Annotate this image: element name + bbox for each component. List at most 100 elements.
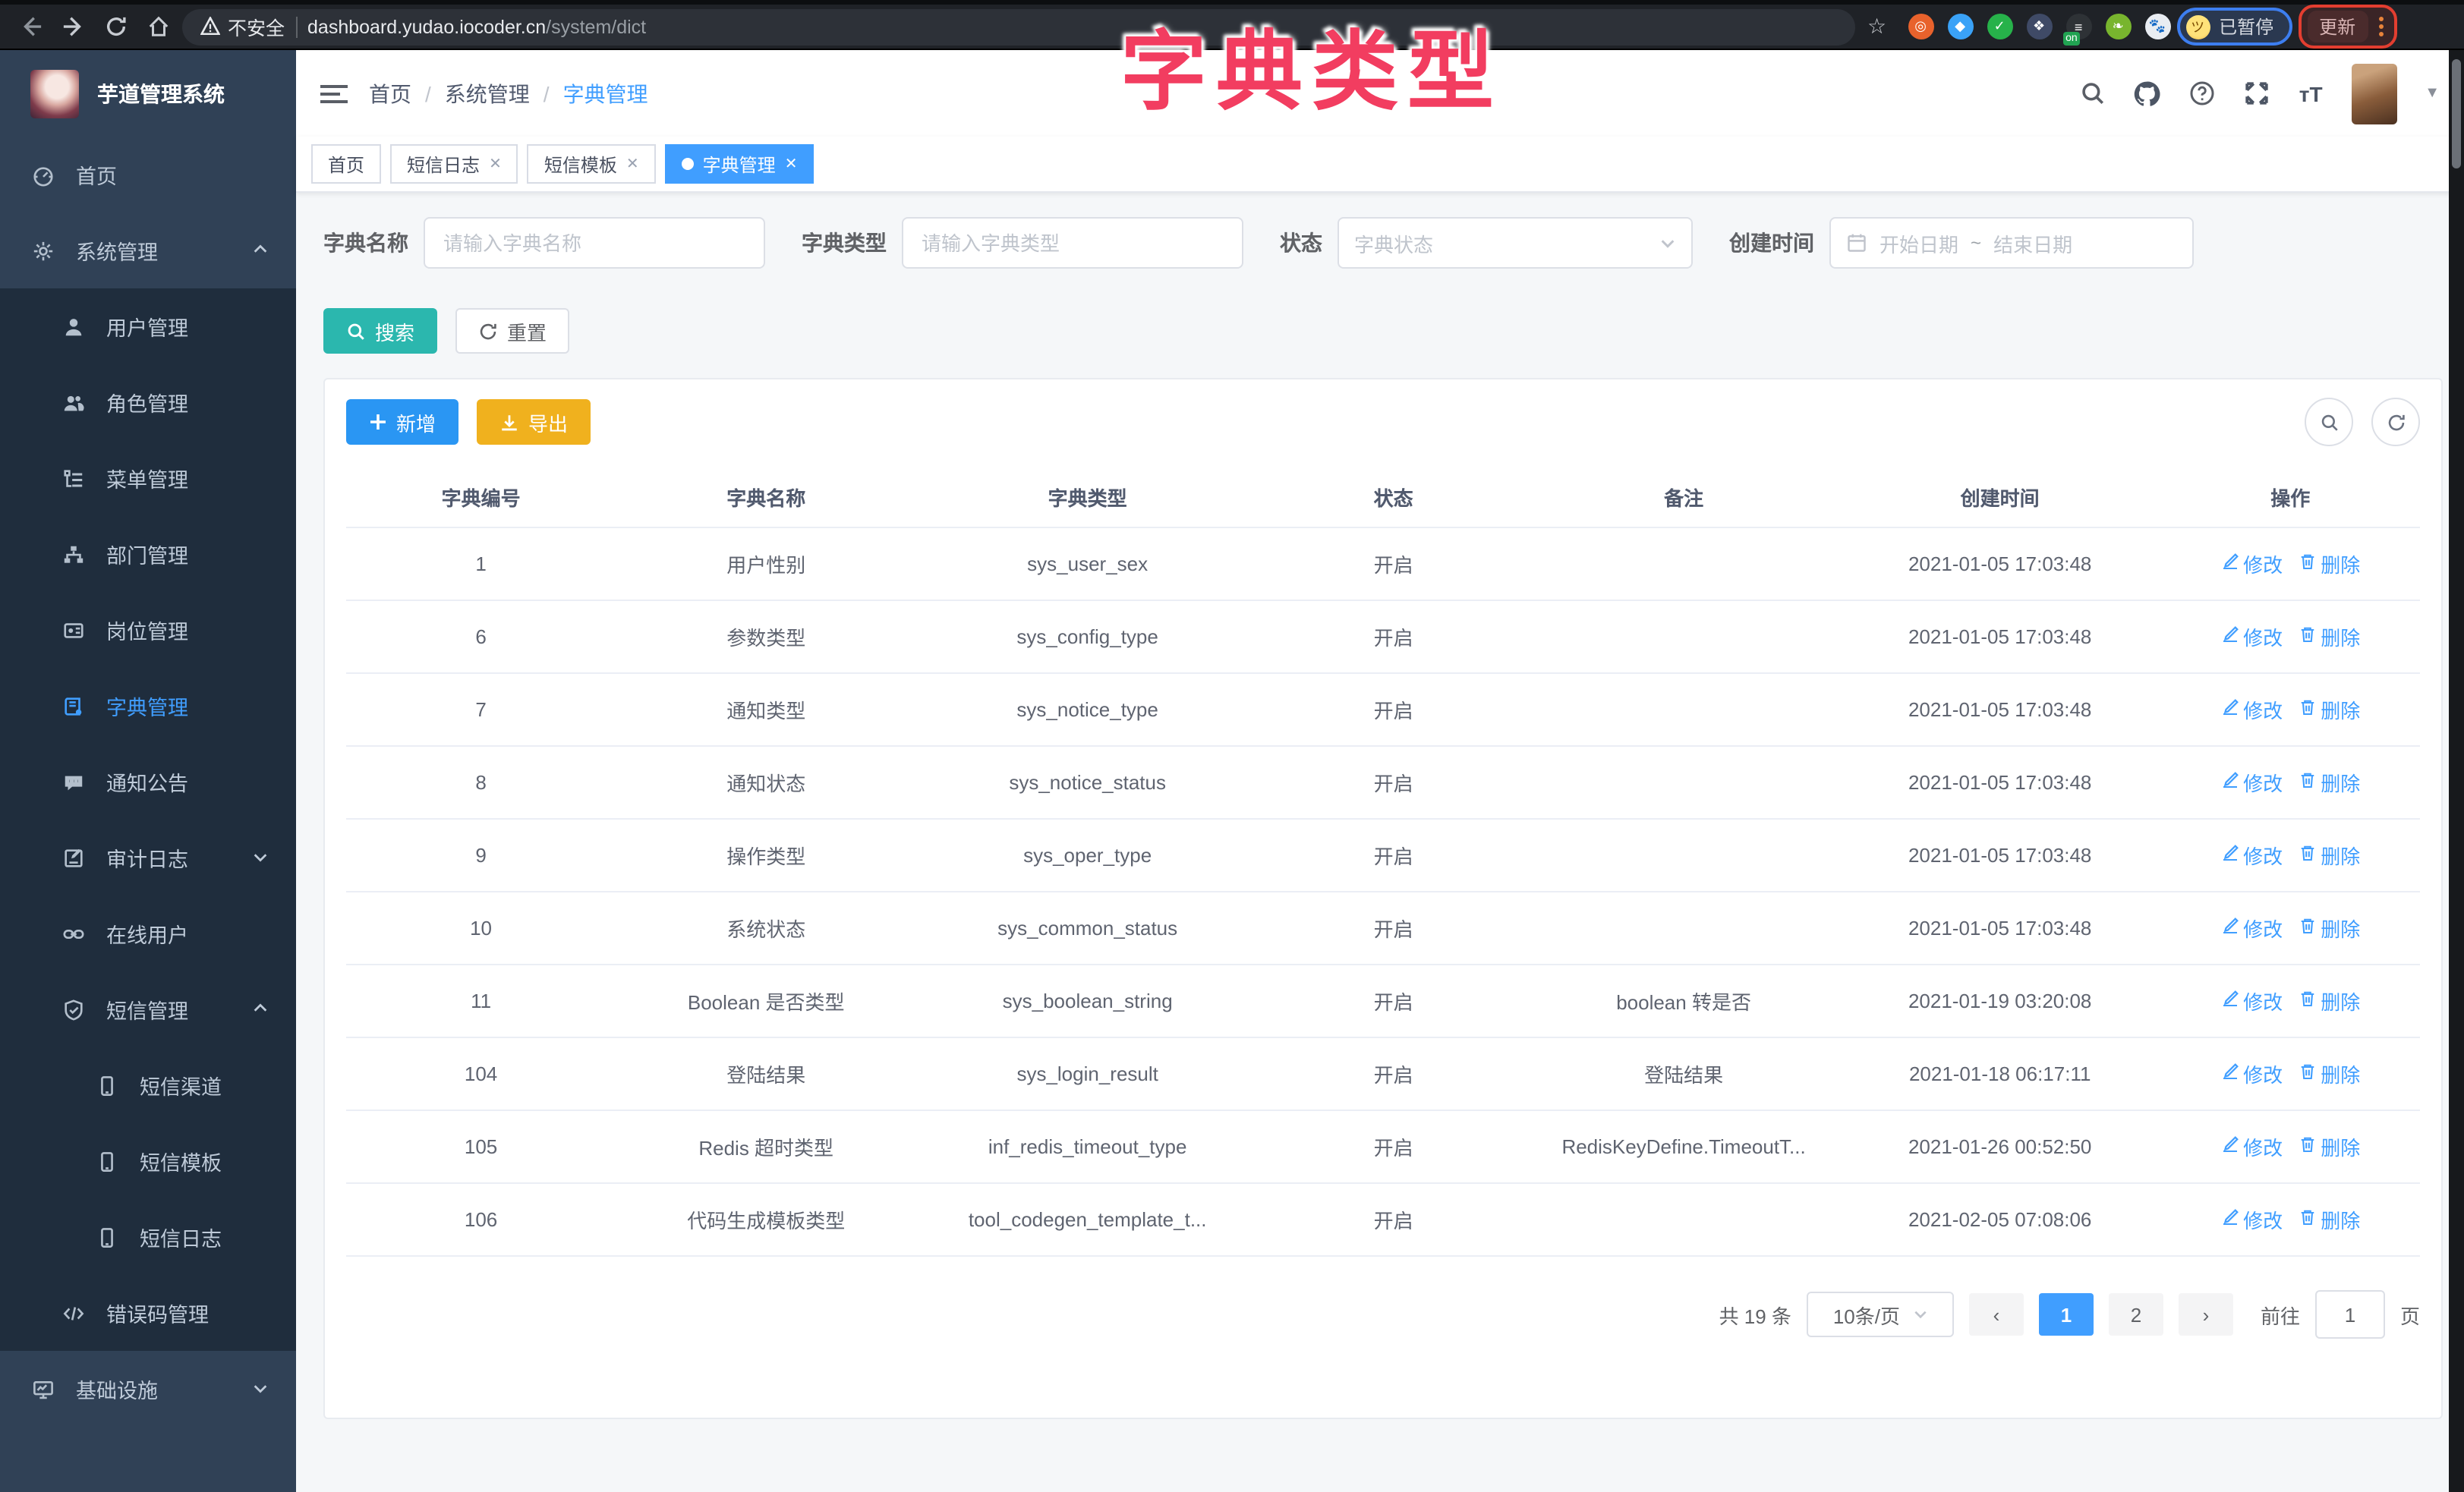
next-page-button[interactable]: ›: [2179, 1293, 2233, 1336]
edit-row-link[interactable]: 修改: [2220, 549, 2283, 578]
date-range-picker[interactable]: 开始日期 ~ 结束日期: [1829, 217, 2194, 269]
sidebar-item-3[interactable]: 角色管理: [0, 364, 296, 440]
browser-reload-icon[interactable]: [97, 8, 134, 45]
orange-extension-icon[interactable]: ◎: [1908, 14, 1933, 39]
address-bar[interactable]: 不安全 dashboard.yudao.iocoder.cn/system/di…: [182, 8, 1855, 45]
sidebar-item-4[interactable]: 菜单管理: [0, 440, 296, 516]
toggle-search-icon[interactable]: [2305, 398, 2353, 446]
page-button-2[interactable]: 2: [2109, 1293, 2163, 1336]
sidebar-item-14[interactable]: 短信日志: [0, 1199, 296, 1275]
sidebar-collapse-icon[interactable]: [320, 84, 348, 102]
sidebar-item-13[interactable]: 短信模板: [0, 1123, 296, 1199]
delete-row-link[interactable]: 删除: [2298, 914, 2360, 943]
tab-3[interactable]: 字典管理✕: [665, 144, 815, 184]
export-button[interactable]: 导出: [477, 399, 591, 445]
help-icon[interactable]: [2188, 80, 2215, 107]
switch-on-extension-icon[interactable]: ≡on: [2065, 14, 2091, 39]
dict-type-link[interactable]: inf_redis_timeout_type: [916, 1110, 1259, 1183]
app-logo-row[interactable]: 芋道管理系统: [0, 50, 296, 137]
blue-gem-extension-icon[interactable]: ◆: [1947, 14, 1973, 39]
prev-page-button[interactable]: ‹: [1969, 1293, 2024, 1336]
browser-menu-kebab-icon[interactable]: [2374, 17, 2387, 36]
edit-row-link[interactable]: 修改: [2220, 914, 2283, 943]
edit-row-link[interactable]: 修改: [2220, 622, 2283, 651]
github-icon[interactable]: [2133, 80, 2160, 107]
refresh-table-icon[interactable]: [2371, 398, 2420, 446]
dict-type-link[interactable]: sys_oper_type: [916, 819, 1259, 892]
sidebar-item-1[interactable]: 系统管理: [0, 212, 296, 288]
edit-row-link[interactable]: 修改: [2220, 1205, 2283, 1234]
breadcrumb-item-1[interactable]: 系统管理: [445, 78, 530, 109]
delete-row-link[interactable]: 删除: [2298, 768, 2360, 797]
dict-type-link[interactable]: sys_notice_type: [916, 673, 1259, 746]
dict-type-link[interactable]: sys_notice_status: [916, 746, 1259, 819]
browser-update-button[interactable]: 更新: [2307, 11, 2368, 42]
tab-0[interactable]: 首页: [311, 144, 381, 184]
delete-row-link[interactable]: 删除: [2298, 1059, 2360, 1088]
page-button-1[interactable]: 1: [2039, 1293, 2094, 1336]
sidebar-item-16[interactable]: 基础设施: [0, 1351, 296, 1427]
sidebar-item-7[interactable]: 字典管理: [0, 668, 296, 744]
tab-close-icon[interactable]: ✕: [785, 156, 798, 172]
page-size-select[interactable]: 10条/页: [1807, 1292, 1954, 1337]
fontsize-icon[interactable]: ᴛT: [2297, 80, 2324, 107]
delete-row-link[interactable]: 删除: [2298, 549, 2360, 578]
search-icon[interactable]: [2078, 80, 2106, 107]
sidebar-item-0[interactable]: 首页: [0, 137, 296, 212]
sidebar-item-11[interactable]: 短信管理: [0, 971, 296, 1047]
scrollbar-thumb[interactable]: [2452, 59, 2461, 168]
dict-type-link[interactable]: sys_login_result: [916, 1037, 1259, 1110]
sidebar-item-8[interactable]: 通知公告: [0, 744, 296, 820]
sidebar-item-12[interactable]: 短信渠道: [0, 1047, 296, 1123]
sidebar-item-9[interactable]: 审计日志: [0, 820, 296, 896]
paused-extension-pill[interactable]: ツ 已暂停: [2176, 8, 2292, 46]
browser-home-icon[interactable]: [140, 8, 176, 45]
browser-back-icon[interactable]: [12, 8, 49, 45]
dict-type-link[interactable]: sys_user_sex: [916, 527, 1259, 600]
sidebar-item-15[interactable]: 错误码管理: [0, 1275, 296, 1351]
tab-1[interactable]: 短信日志✕: [390, 144, 518, 184]
bookmark-star-icon[interactable]: ☆: [1867, 14, 1886, 39]
delete-row-link[interactable]: 删除: [2298, 987, 2360, 1015]
fullscreen-icon[interactable]: [2242, 80, 2270, 107]
tab-2[interactable]: 短信模板✕: [528, 144, 656, 184]
add-button[interactable]: 新增: [346, 399, 458, 445]
paw-extension-icon[interactable]: 🐾: [2144, 14, 2170, 39]
sidebar-item-10[interactable]: 在线用户: [0, 896, 296, 971]
dict-type-link[interactable]: tool_codegen_template_t...: [916, 1183, 1259, 1256]
browser-scrollbar[interactable]: [2449, 50, 2464, 1492]
delete-row-link[interactable]: 删除: [2298, 841, 2360, 870]
goto-page-input[interactable]: [2315, 1290, 2385, 1339]
tab-close-icon[interactable]: ✕: [489, 156, 502, 172]
dict-type-link[interactable]: sys_common_status: [916, 892, 1259, 965]
edit-row-link[interactable]: 修改: [2220, 768, 2283, 797]
security-warning[interactable]: 不安全: [200, 12, 285, 41]
edit-row-link[interactable]: 修改: [2220, 1059, 2283, 1088]
edit-row-link[interactable]: 修改: [2220, 987, 2283, 1015]
edit-row-link[interactable]: 修改: [2220, 695, 2283, 724]
sidebar-item-2[interactable]: 用户管理: [0, 288, 296, 364]
delete-row-link[interactable]: 删除: [2298, 1205, 2360, 1234]
dict-name-input[interactable]: [424, 217, 765, 269]
green-circle-extension-icon[interactable]: ✓: [1987, 14, 2012, 39]
dict-type-link[interactable]: sys_config_type: [916, 600, 1259, 673]
edit-row-link[interactable]: 修改: [2220, 1132, 2283, 1161]
dict-type-link[interactable]: sys_boolean_string: [916, 965, 1259, 1037]
delete-row-link[interactable]: 删除: [2298, 695, 2360, 724]
sidebar-item-5[interactable]: 部门管理: [0, 516, 296, 592]
user-avatar[interactable]: [2352, 63, 2397, 124]
dict-type-input[interactable]: [902, 217, 1243, 269]
delete-row-link[interactable]: 删除: [2298, 622, 2360, 651]
search-button[interactable]: 搜索: [323, 308, 437, 354]
status-select[interactable]: 字典状态: [1338, 217, 1693, 269]
breadcrumb-item-0[interactable]: 首页: [369, 78, 411, 109]
tiles-extension-icon[interactable]: ❖: [2026, 14, 2052, 39]
sidebar-item-6[interactable]: 岗位管理: [0, 592, 296, 668]
tab-close-icon[interactable]: ✕: [626, 156, 639, 172]
reset-button[interactable]: 重置: [455, 308, 569, 354]
browser-forward-icon[interactable]: [55, 8, 91, 45]
edit-row-link[interactable]: 修改: [2220, 841, 2283, 870]
user-menu-caret-icon[interactable]: ▼: [2425, 85, 2440, 102]
delete-row-link[interactable]: 删除: [2298, 1132, 2360, 1161]
leaf-extension-icon[interactable]: ❧: [2105, 14, 2131, 39]
